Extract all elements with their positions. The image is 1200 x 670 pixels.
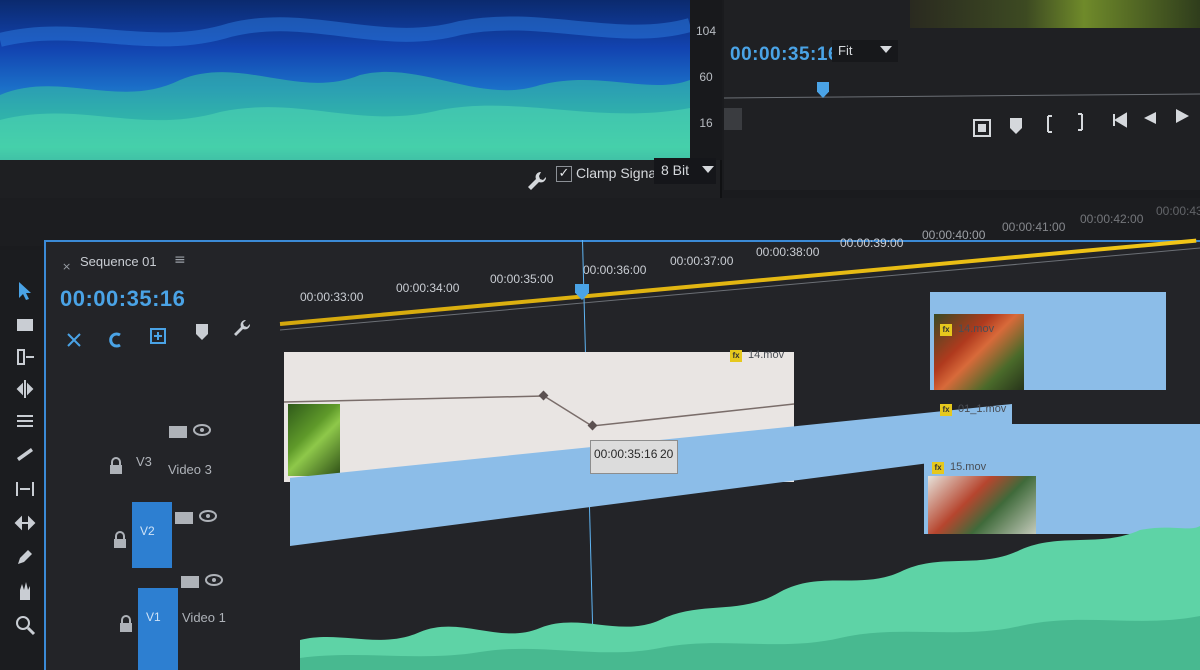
bit-depth-value: 8 Bit <box>661 162 690 178</box>
add-marker-icon[interactable] <box>148 326 168 346</box>
clip-14-mov-upper[interactable] <box>930 292 1166 390</box>
track-target-v2[interactable]: V2 <box>132 502 172 568</box>
go-to-in-icon[interactable] <box>1110 110 1130 130</box>
film-icon[interactable] <box>180 574 200 590</box>
pen-tool-icon[interactable] <box>14 546 36 568</box>
track-name-video1: Video 1 <box>182 610 226 625</box>
ripple-edit-tool-icon[interactable] <box>14 346 36 368</box>
snap-icon[interactable] <box>64 330 84 350</box>
close-icon[interactable]: × <box>62 260 71 273</box>
play-icon[interactable] <box>1172 106 1192 126</box>
track-label-v2: V2 <box>140 524 155 538</box>
slip-tool-icon[interactable] <box>14 478 36 500</box>
eye-icon[interactable] <box>204 572 224 588</box>
linked-selection-icon[interactable] <box>106 330 126 350</box>
film-icon[interactable] <box>174 510 194 526</box>
stop-icon[interactable] <box>972 118 992 138</box>
audio-waveform <box>300 526 1200 670</box>
lock-icon[interactable] <box>110 530 130 550</box>
fx-badge: fx <box>730 350 742 362</box>
panel-menu-icon[interactable]: ≡ <box>174 252 186 268</box>
program-monitor-frame <box>910 0 1200 28</box>
slide-tool-icon[interactable] <box>14 512 36 534</box>
audio-track[interactable] <box>300 520 1200 670</box>
program-mini-ruler[interactable] <box>724 84 1200 106</box>
track-name-video3: Video 3 <box>168 462 212 477</box>
zoom-fit-value: Fit <box>838 43 853 58</box>
waveform-trace <box>0 16 690 160</box>
lock-icon[interactable] <box>116 614 136 634</box>
clip-name-01: 01_1.mov <box>958 403 1007 415</box>
lock-icon[interactable] <box>106 456 126 476</box>
scale-104: 104 <box>695 24 717 38</box>
mark-out-icon[interactable] <box>1070 112 1090 132</box>
clamp-signal-label: Clamp Signal <box>576 165 660 181</box>
sequence-tab[interactable]: Sequence 01 <box>80 254 157 269</box>
eye-icon[interactable] <box>198 508 218 524</box>
sequence-timecode[interactable]: 00:00:35:16 <box>60 286 185 312</box>
keyframe[interactable] <box>538 390 549 401</box>
chevron-down-icon[interactable] <box>702 166 714 173</box>
marker-icon[interactable] <box>1006 116 1026 136</box>
track-label-v1: V1 <box>146 610 161 624</box>
fx-badge: fx <box>932 462 944 474</box>
rolling-edit-tool-icon[interactable] <box>14 378 36 400</box>
razor-tool-icon[interactable] <box>14 444 36 466</box>
clip-name-15: 15.mov <box>950 461 987 473</box>
film-icon[interactable] <box>168 424 188 440</box>
clip-name-14-upper: 14.mov <box>958 323 995 335</box>
ruler-label: 00:00:42:00 <box>1080 212 1144 226</box>
hand-tool-icon[interactable] <box>14 580 36 602</box>
program-scrollbar[interactable] <box>724 108 742 130</box>
track-target-v3[interactable]: V3 <box>136 454 152 469</box>
keyframe[interactable] <box>587 420 598 431</box>
tooltip-time: 00:00:35:16 <box>594 447 658 461</box>
zoom-tool-icon[interactable] <box>14 614 36 636</box>
rate-stretch-tool-icon[interactable] <box>14 410 36 432</box>
mark-in-icon[interactable] <box>1040 114 1060 134</box>
scale-16: 16 <box>699 116 713 130</box>
wrench-icon[interactable] <box>526 170 548 192</box>
scope-scale: 104 60 16 <box>690 0 722 160</box>
tooltip-value: 20 <box>660 447 674 461</box>
chevron-down-icon[interactable] <box>880 46 892 53</box>
waveform-scope <box>0 0 690 160</box>
selection-tool-icon[interactable] <box>14 280 36 302</box>
track-select-tool-icon[interactable] <box>14 314 36 336</box>
program-timecode[interactable]: 00:00:35:16 <box>730 44 839 66</box>
fx-badge: fx <box>940 324 952 336</box>
track-target-v1[interactable]: V1 <box>138 588 178 670</box>
marker-icon[interactable] <box>192 322 212 342</box>
scale-60: 60 <box>699 70 713 84</box>
clamp-signal-checkbox[interactable]: ✓ <box>556 166 572 182</box>
wrench-icon[interactable] <box>232 318 252 338</box>
fx-badge: fx <box>940 404 952 416</box>
clip-15-mov[interactable] <box>924 424 1200 534</box>
eye-icon[interactable] <box>192 422 212 438</box>
step-back-icon[interactable] <box>1140 108 1160 128</box>
clip-name-14: 14.mov <box>748 349 785 361</box>
ruler-label: 00:00:43:00 <box>1156 204 1200 218</box>
